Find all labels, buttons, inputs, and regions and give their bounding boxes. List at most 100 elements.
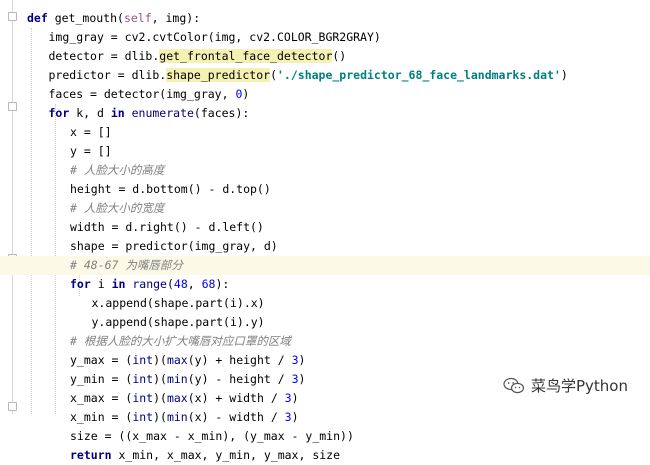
code-token: y = [] xyxy=(70,144,112,158)
code-line[interactable]: detector = dlib.get_frontal_face_detecto… xyxy=(0,47,650,66)
code-text: y_max = (int)(max(y) + height / 3) xyxy=(70,351,305,370)
code-token: max xyxy=(166,391,188,405)
code-line[interactable]: predictor = dlib.shape_predictor('./shap… xyxy=(0,66,650,85)
code-text: x_max = (int)(max(x) + width / 3) xyxy=(70,389,299,408)
code-token: 3 xyxy=(291,353,299,367)
code-token: 3 xyxy=(291,372,299,386)
code-line[interactable]: img_gray = cv2.cvtColor(img, cv2.COLOR_B… xyxy=(0,28,650,47)
code-text: height = d.bottom() - d.top() xyxy=(70,180,271,199)
code-token: (faces): xyxy=(193,106,250,120)
code-line[interactable]: height = d.bottom() - d.top() xyxy=(0,180,650,199)
code-line[interactable]: x_min = (int)(min(x) - width / 3) xyxy=(0,408,650,427)
code-token: in xyxy=(110,106,132,120)
code-line[interactable]: width = d.right() - d.left() xyxy=(0,218,650,237)
code-token: x = [] xyxy=(70,125,112,139)
code-token: x.append(shape.part(i).x) xyxy=(91,296,265,310)
code-token: enumerate xyxy=(131,106,194,120)
code-text: x.append(shape.part(i).x) xyxy=(92,294,265,313)
code-token: 3 xyxy=(284,410,292,424)
code-line[interactable]: faces = detector(img_gray, 0) xyxy=(0,85,650,104)
code-token: ) xyxy=(291,391,299,405)
code-token: # 人脸大小的高度 xyxy=(70,163,165,177)
code-text: # 根据人脸的大小扩大嘴唇对应口罩的区域 xyxy=(70,332,291,351)
code-token: shape_predictor xyxy=(166,68,271,82)
code-token: ) xyxy=(298,372,306,386)
code-text: # 48-67 为嘴唇部分 xyxy=(70,256,183,275)
code-editor[interactable]: def get_mouth(self, img): img_gray = cv2.… xyxy=(0,0,650,462)
code-line[interactable]: # 48-67 为嘴唇部分 xyxy=(0,256,650,275)
code-token: width = d.right() - d.left() xyxy=(70,220,264,234)
code-line[interactable]: # 人脸大小的高度 xyxy=(0,161,650,180)
code-token: ): xyxy=(215,277,230,291)
code-token: int xyxy=(132,391,154,405)
code-line[interactable]: return x_min, x_max, y_min, y_max, size xyxy=(0,446,650,465)
code-text: width = d.right() - d.left() xyxy=(70,218,264,237)
code-token: 3 xyxy=(284,391,292,405)
code-token: i xyxy=(97,277,112,291)
code-token: max xyxy=(166,353,188,367)
code-line[interactable]: shape = predictor(img_gray, d) xyxy=(0,237,650,256)
code-line[interactable]: x.append(shape.part(i).x) xyxy=(0,294,650,313)
code-token: ( xyxy=(166,277,174,291)
code-token: in xyxy=(111,277,133,291)
code-token: )( xyxy=(153,410,167,424)
code-token: )( xyxy=(153,353,167,367)
code-token: (x) - width / xyxy=(187,410,285,424)
code-token: int xyxy=(132,372,154,386)
code-text: def get_mouth(self, img): xyxy=(27,9,200,28)
code-token: (y) - height / xyxy=(187,372,292,386)
code-token: self xyxy=(123,11,152,25)
code-text: y = [] xyxy=(70,142,112,161)
code-line[interactable]: x = [] xyxy=(0,123,650,142)
code-token: return xyxy=(70,448,119,462)
code-line[interactable]: # 人脸大小的宽度 xyxy=(0,199,650,218)
code-line[interactable]: for i in range(48, 68): xyxy=(0,275,650,294)
code-token: ) xyxy=(298,353,306,367)
code-line[interactable]: y_max = (int)(max(y) + height / 3) xyxy=(0,351,650,370)
code-token: faces = detector(img_gray, xyxy=(48,87,236,101)
code-text: y.append(shape.part(i).y) xyxy=(92,313,265,332)
code-token: # 48-67 为嘴唇部分 xyxy=(70,258,183,272)
code-token: shape = predictor(img_gray, d) xyxy=(70,239,278,253)
code-line[interactable]: y.append(shape.part(i).y) xyxy=(0,313,650,332)
code-token: # 根据人脸的大小扩大嘴唇对应口罩的区域 xyxy=(70,334,291,348)
code-line[interactable]: y = [] xyxy=(0,142,650,161)
code-token: detector = dlib. xyxy=(48,49,160,63)
code-token: y.append(shape.part(i).y) xyxy=(91,315,265,329)
code-line[interactable]: # 根据人脸的大小扩大嘴唇对应口罩的区域 xyxy=(0,332,650,351)
code-text: detector = dlib.get_frontal_face_detecto… xyxy=(48,47,347,66)
code-token: (x) + width / xyxy=(187,391,285,405)
code-token: ) xyxy=(560,68,568,82)
code-line[interactable]: for k, d in enumerate(faces): xyxy=(0,104,650,123)
code-text: faces = detector(img_gray, 0) xyxy=(49,85,250,104)
code-text: return x_min, x_max, y_min, y_max, size xyxy=(70,446,340,465)
watermark-text: 菜鸟学Python xyxy=(531,377,628,395)
code-token: for xyxy=(48,106,77,120)
code-text: x = [] xyxy=(70,123,112,142)
code-token: # 人脸大小的宽度 xyxy=(70,201,165,215)
code-text: shape = predictor(img_gray, d) xyxy=(70,237,278,256)
code-line[interactable]: size = ((x_max - x_min), (y_max - y_min)… xyxy=(0,427,650,446)
code-token: () xyxy=(332,49,347,63)
code-token: , img): xyxy=(151,11,201,25)
code-token: range xyxy=(132,277,167,291)
code-token: )( xyxy=(153,372,167,386)
code-line[interactable]: def get_mouth(self, img): xyxy=(0,9,650,28)
code-token: )( xyxy=(153,391,167,405)
code-token: ( xyxy=(270,68,277,82)
code-token: get_frontal_face_detector xyxy=(159,49,333,63)
code-token: './shape_predictor_68_face_landmarks.dat… xyxy=(277,68,561,82)
code-token: int xyxy=(132,410,154,424)
code-token: x_min, x_max, y_min, y_max, size xyxy=(118,448,341,462)
code-token: (y) + height / xyxy=(187,353,292,367)
code-token: img_gray = cv2.cvtColor(img, cv2.COLOR_B… xyxy=(48,30,381,44)
code-token: , xyxy=(187,277,202,291)
code-token: int xyxy=(132,353,154,367)
code-token: x_max = ( xyxy=(70,391,133,405)
code-text: # 人脸大小的高度 xyxy=(70,161,164,180)
code-token: y_max = ( xyxy=(70,353,133,367)
code-token: min xyxy=(166,410,188,424)
code-text: img_gray = cv2.cvtColor(img, cv2.COLOR_B… xyxy=(49,28,381,47)
code-token: get_mouth( xyxy=(54,11,124,25)
code-token: k, d xyxy=(76,106,111,120)
